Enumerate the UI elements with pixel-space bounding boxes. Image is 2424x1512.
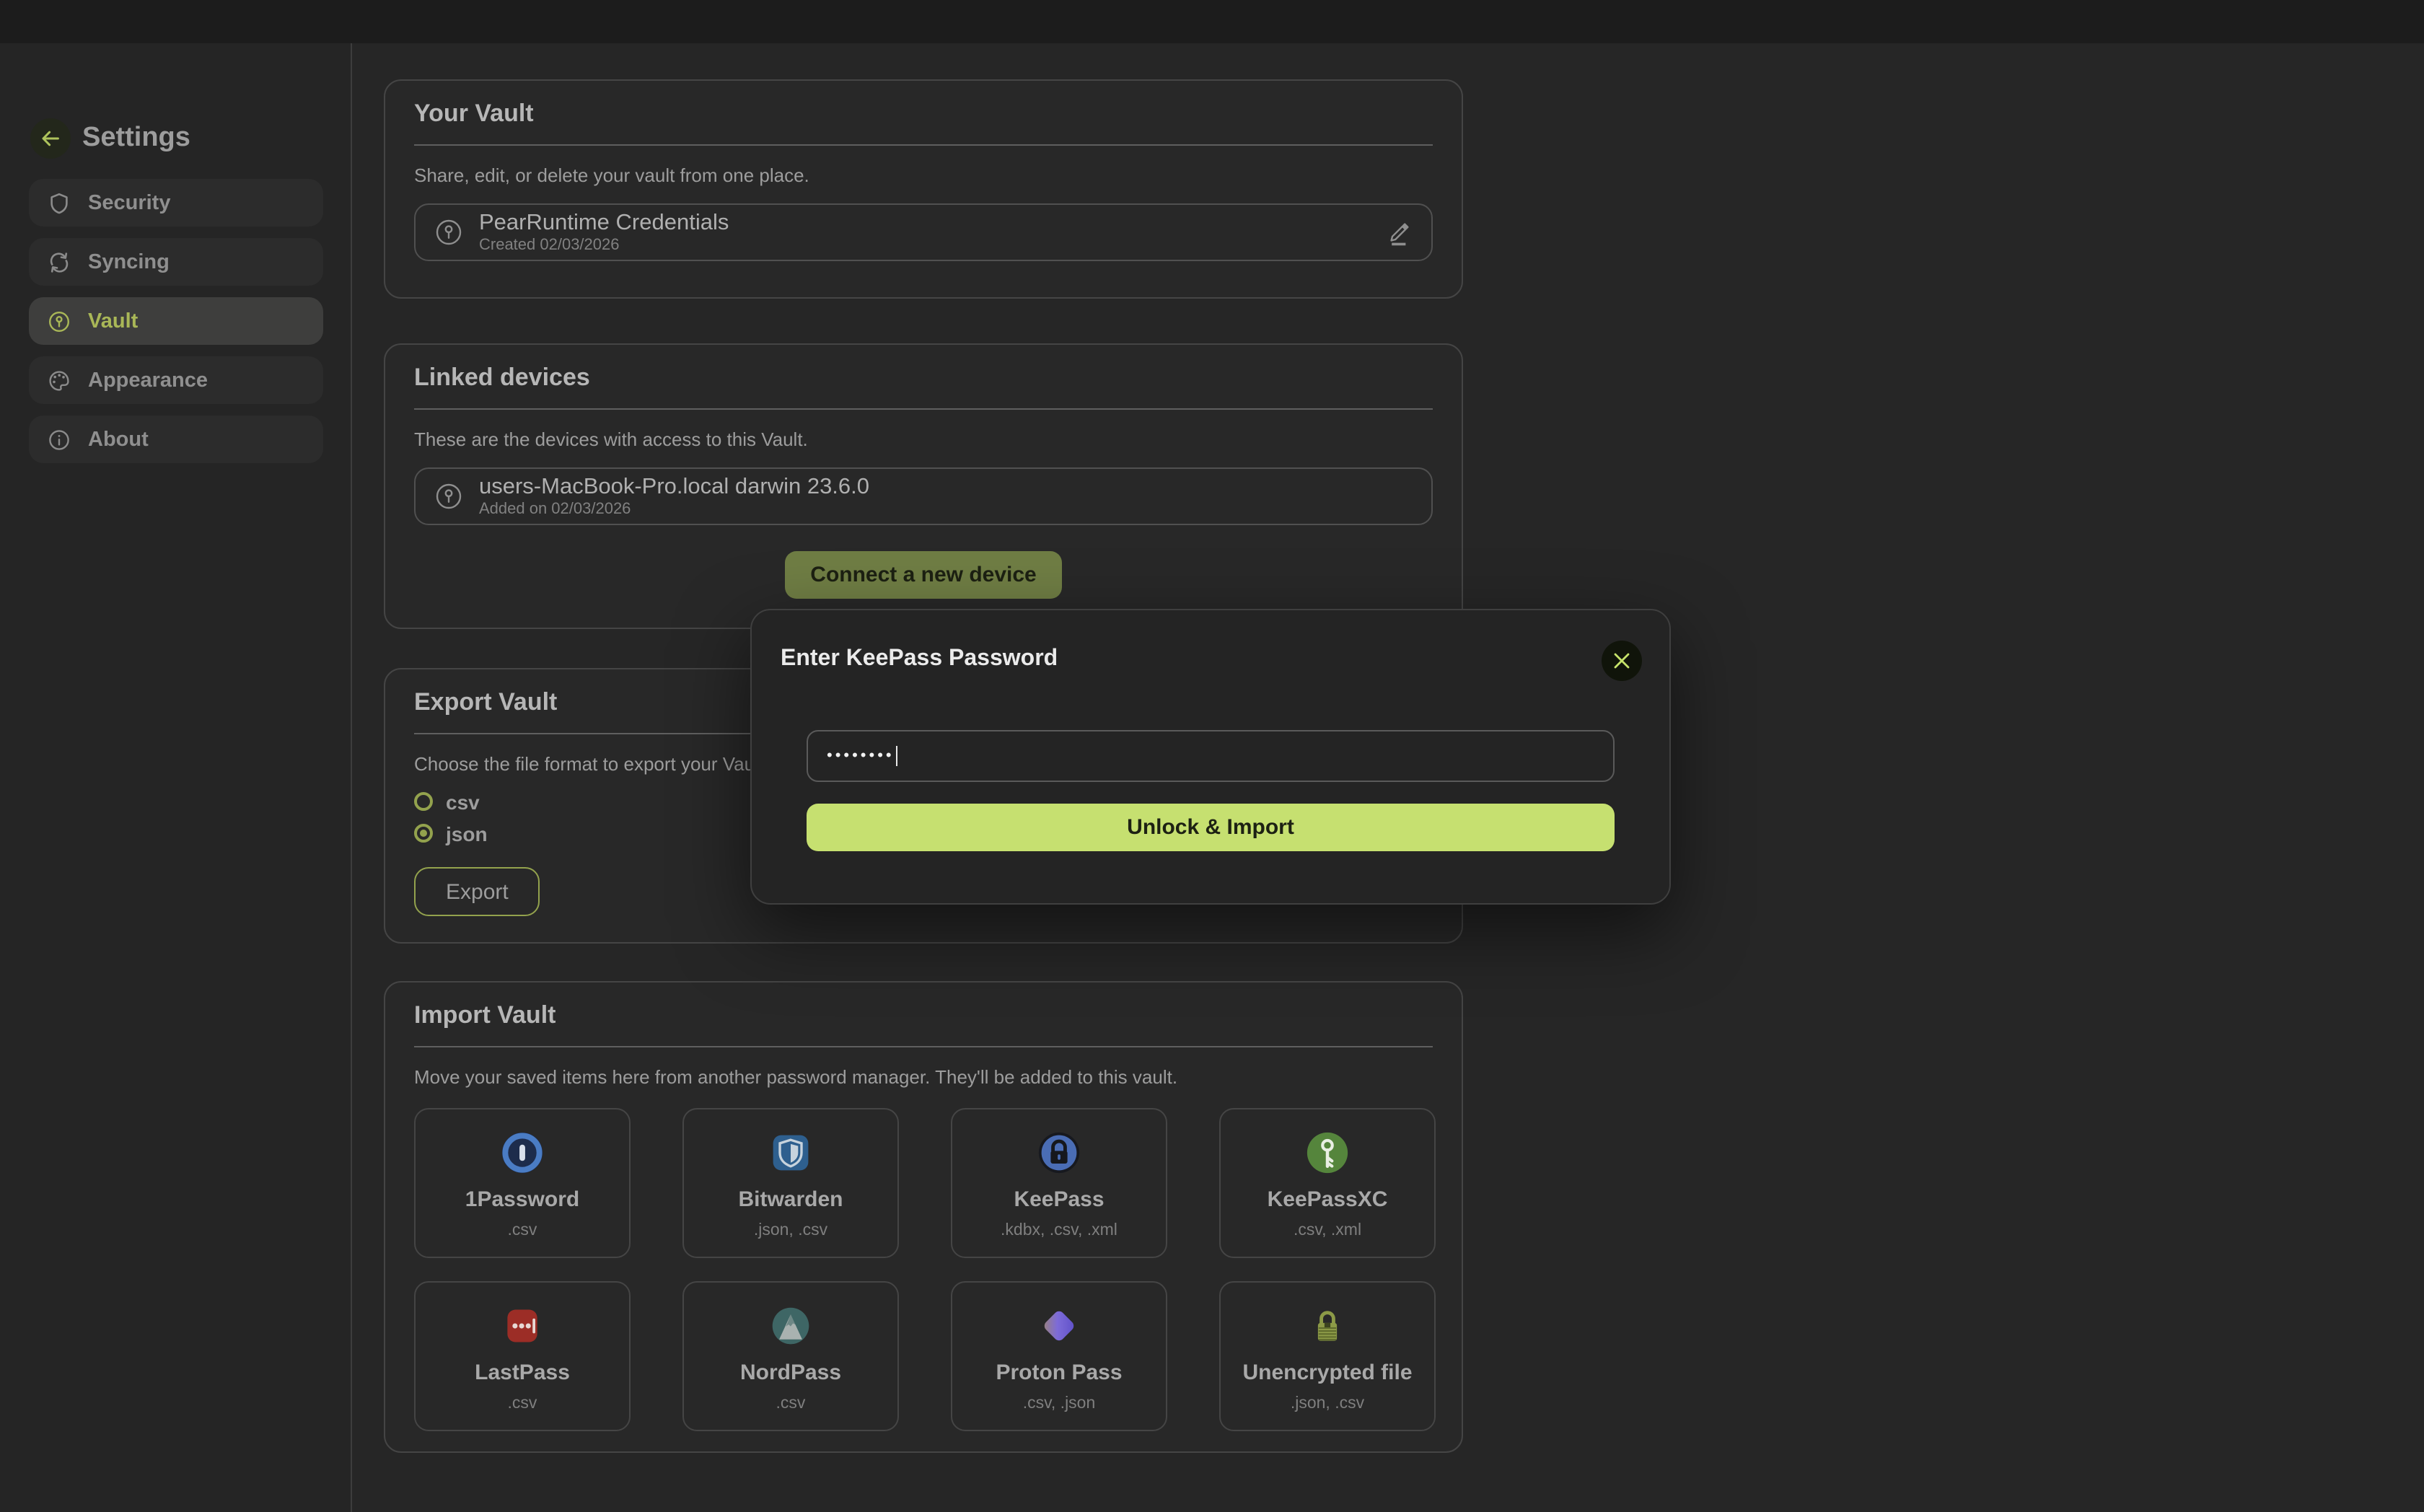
back-arrow-icon <box>39 127 62 150</box>
back-button[interactable] <box>30 118 71 159</box>
divider <box>414 144 1433 146</box>
text-cursor <box>896 746 897 766</box>
sidebar-item-vault[interactable]: Vault <box>29 297 323 345</box>
dialog-title: Enter KeePass Password <box>781 646 1058 672</box>
onepassword-icon <box>501 1131 544 1174</box>
key-circle-icon <box>434 482 463 511</box>
sync-icon <box>48 250 71 273</box>
linked-devices-description: These are the devices with access to thi… <box>414 428 1433 450</box>
lastpass-icon <box>501 1304 544 1348</box>
edit-vault-button[interactable] <box>1385 219 1413 246</box>
sidebar-item-label: Appearance <box>88 369 208 392</box>
provider-formats: .csv <box>508 1222 537 1239</box>
sidebar-item-label: Security <box>88 191 170 214</box>
import-tile-lastpass[interactable]: LastPass .csv <box>414 1281 631 1431</box>
key-circle-icon <box>48 309 71 333</box>
vault-created-date: Created 02/03/2026 <box>479 237 729 254</box>
vault-name: PearRuntime Credentials <box>479 211 729 235</box>
sidebar-item-about[interactable]: About <box>29 416 323 463</box>
provider-name: KeePassXC <box>1268 1187 1388 1212</box>
device-row[interactable]: users-MacBook-Pro.local darwin 23.6.0 Ad… <box>414 467 1433 525</box>
pencil-edit-icon <box>1385 219 1413 246</box>
provider-formats: .json, .csv <box>754 1222 827 1239</box>
radio-label: json <box>446 822 488 845</box>
import-vault-description: Move your saved items here from another … <box>414 1066 1433 1088</box>
divider <box>414 1046 1433 1047</box>
connect-new-device-button[interactable]: Connect a new device <box>784 551 1062 599</box>
sidebar-item-label: Syncing <box>88 250 170 273</box>
import-tile-1password[interactable]: 1Password .csv <box>414 1108 631 1258</box>
settings-sidebar: Settings Security Syncing <box>0 43 352 1512</box>
nordpass-icon <box>769 1304 812 1348</box>
provider-formats: .kdbx, .csv, .xml <box>1001 1222 1117 1239</box>
provider-name: LastPass <box>475 1361 570 1385</box>
bitwarden-icon <box>769 1131 812 1174</box>
import-tile-nordpass[interactable]: NordPass .csv <box>682 1281 899 1431</box>
import-vault-title: Import Vault <box>414 1001 1433 1030</box>
info-icon <box>48 428 71 451</box>
close-dialog-button[interactable] <box>1602 641 1642 681</box>
keepassxc-icon <box>1306 1131 1349 1174</box>
sidebar-item-appearance[interactable]: Appearance <box>29 356 323 404</box>
import-tile-protonpass[interactable]: Proton Pass .csv, .json <box>951 1281 1167 1431</box>
your-vault-title: Your Vault <box>414 100 1433 128</box>
linked-devices-title: Linked devices <box>414 364 1433 392</box>
import-tile-unencrypted-file[interactable]: Unencrypted file .json, .csv <box>1219 1281 1436 1431</box>
keepass-icon <box>1037 1131 1081 1174</box>
provider-name: 1Password <box>465 1187 579 1212</box>
provider-formats: .csv, .json <box>1023 1395 1096 1412</box>
password-input[interactable]: •••••••• <box>807 730 1615 782</box>
palette-icon <box>48 369 71 392</box>
divider <box>414 408 1433 410</box>
window-titlebar <box>0 0 2424 43</box>
export-button[interactable]: Export <box>414 867 540 916</box>
import-provider-grid: 1Password .csv Bitwarden .json, .csv <box>414 1108 1433 1431</box>
radio-icon <box>414 792 433 811</box>
close-icon <box>1613 652 1630 669</box>
your-vault-card: Your Vault Share, edit, or delete your v… <box>384 79 1463 299</box>
unlock-import-button[interactable]: Unlock & Import <box>807 804 1615 851</box>
password-masked-value: •••••••• <box>827 747 895 765</box>
provider-formats: .csv, .xml <box>1294 1222 1361 1239</box>
device-name: users-MacBook-Pro.local darwin 23.6.0 <box>479 475 869 499</box>
provider-formats: .csv <box>508 1395 537 1412</box>
radio-label: csv <box>446 790 480 813</box>
radio-selected-icon <box>414 824 433 843</box>
provider-formats: .json, .csv <box>1291 1395 1364 1412</box>
provider-name: NordPass <box>740 1361 841 1385</box>
provider-name: Bitwarden <box>738 1187 843 1212</box>
provider-formats: .csv <box>776 1395 806 1412</box>
key-circle-icon <box>434 218 463 247</box>
provider-name: KeePass <box>1014 1187 1104 1212</box>
import-vault-card: Import Vault Move your saved items here … <box>384 981 1463 1453</box>
import-tile-keepass[interactable]: KeePass .kdbx, .csv, .xml <box>951 1108 1167 1258</box>
page-title: Settings <box>82 118 190 159</box>
sidebar-item-security[interactable]: Security <box>29 179 323 227</box>
unencrypted-lock-icon <box>1306 1304 1349 1348</box>
vault-row[interactable]: PearRuntime Credentials Created 02/03/20… <box>414 203 1433 261</box>
provider-name: Unencrypted file <box>1242 1361 1412 1385</box>
sidebar-item-syncing[interactable]: Syncing <box>29 238 323 286</box>
protonpass-icon <box>1037 1304 1081 1348</box>
shield-icon <box>48 191 71 214</box>
app-window: Settings Security Syncing <box>0 0 2424 1512</box>
sidebar-item-label: About <box>88 428 149 451</box>
import-tile-bitwarden[interactable]: Bitwarden .json, .csv <box>682 1108 899 1258</box>
sidebar-item-label: Vault <box>88 309 138 333</box>
provider-name: Proton Pass <box>996 1361 1122 1385</box>
your-vault-description: Share, edit, or delete your vault from o… <box>414 164 1433 186</box>
import-tile-keepassxc[interactable]: KeePassXC .csv, .xml <box>1219 1108 1436 1258</box>
keepass-password-dialog: Enter KeePass Password •••••••• Unlock &… <box>750 609 1671 905</box>
linked-devices-card: Linked devices These are the devices wit… <box>384 343 1463 629</box>
device-added-date: Added on 02/03/2026 <box>479 501 869 518</box>
